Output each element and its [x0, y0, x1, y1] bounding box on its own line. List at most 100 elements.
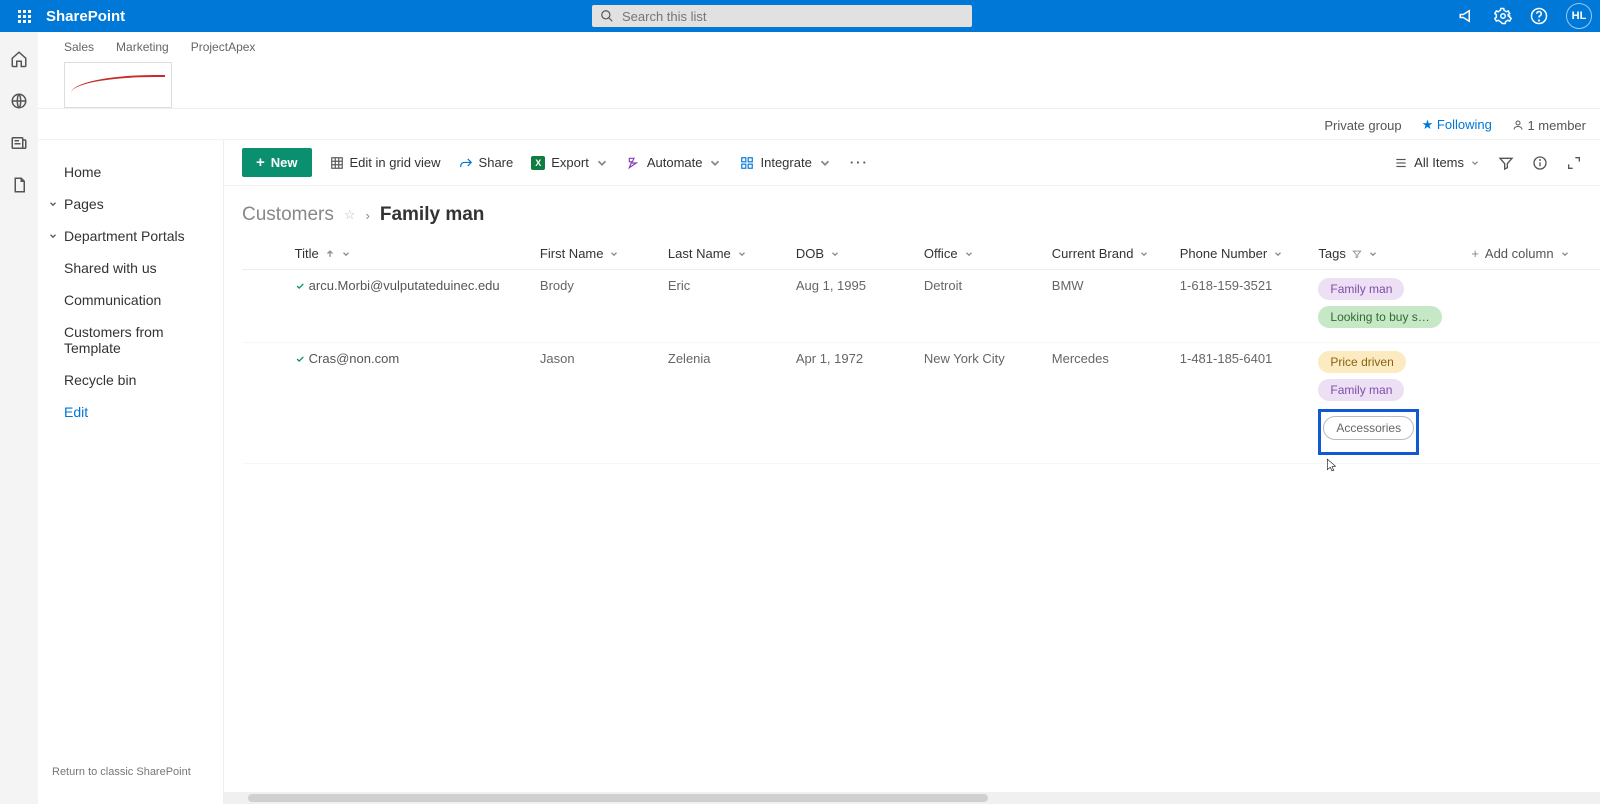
edit-grid-label: Edit in grid view — [350, 155, 441, 170]
col-office[interactable]: Office — [914, 238, 1042, 270]
crumb-root[interactable]: Customers — [242, 204, 334, 226]
nav-shared-with-us[interactable]: Shared with us — [38, 252, 223, 284]
home-icon[interactable] — [10, 50, 28, 68]
highlighted-tag: Accessories — [1318, 409, 1419, 455]
title-text: arcu.Morbi@vulputateduinec.edu — [309, 278, 500, 293]
nav-pages[interactable]: Pages — [38, 188, 223, 220]
tag-pill[interactable]: Accessories — [1323, 416, 1414, 440]
col-select — [242, 238, 285, 270]
favorite-star-icon[interactable]: ☆ — [344, 207, 356, 223]
tag-pill[interactable]: Family man — [1318, 278, 1404, 300]
col-brand-label: Current Brand — [1052, 246, 1134, 261]
col-office-label: Office — [924, 246, 958, 261]
command-bar: + New Edit in grid view Share X Export — [224, 140, 1600, 186]
integrate-icon — [740, 156, 754, 170]
return-classic-link[interactable]: Return to classic SharePoint — [38, 756, 223, 788]
hub-link-projectapex[interactable]: ProjectApex — [191, 36, 256, 58]
title-text: Cras@non.com — [309, 351, 400, 366]
nav-customers-template[interactable]: Customers from Template — [38, 316, 223, 364]
list-table: Title First Name Last Name DOB Office Cu… — [242, 238, 1600, 464]
cell-title[interactable]: arcu.Morbi@vulputateduinec.edu — [285, 270, 530, 343]
cell-select[interactable] — [242, 343, 285, 464]
col-tags-label: Tags — [1318, 246, 1345, 261]
add-column-button[interactable]: + Add column — [1461, 238, 1600, 270]
table-row[interactable]: Cras@non.comJasonZeleniaApr 1, 1972New Y… — [242, 343, 1600, 464]
brand-title[interactable]: SharePoint — [46, 8, 125, 25]
nav-recycle-bin[interactable]: Recycle bin — [38, 364, 223, 396]
cell-addcol — [1461, 270, 1600, 343]
share-label: Share — [479, 155, 514, 170]
col-first-name[interactable]: First Name — [530, 238, 658, 270]
chevron-down-icon — [48, 199, 58, 209]
cell-select[interactable] — [242, 270, 285, 343]
site-logo[interactable] — [64, 62, 172, 108]
crumb-leaf: Family man — [380, 204, 485, 226]
group-visibility: Private group — [1324, 118, 1401, 133]
files-icon[interactable] — [10, 176, 28, 194]
megaphone-icon[interactable] — [1458, 7, 1476, 25]
chevron-down-icon — [341, 249, 351, 259]
search-icon — [600, 9, 614, 23]
list-icon — [1394, 156, 1408, 170]
grid-icon — [330, 156, 344, 170]
tag-pill[interactable]: Looking to buy s… — [1318, 306, 1441, 328]
cell-addcol — [1461, 343, 1600, 464]
help-icon[interactable] — [1530, 7, 1548, 25]
nav-department-portals[interactable]: Department Portals — [38, 220, 223, 252]
tag-pill[interactable]: Family man — [1318, 379, 1404, 401]
col-last-name[interactable]: Last Name — [658, 238, 786, 270]
table-row[interactable]: arcu.Morbi@vulputateduinec.eduBrodyEricA… — [242, 270, 1600, 343]
info-pane-button[interactable] — [1532, 155, 1548, 171]
nav-communication[interactable]: Communication — [38, 284, 223, 316]
chevron-down-icon — [830, 249, 840, 259]
following-toggle[interactable]: ★ Following — [1422, 117, 1492, 133]
more-actions-button[interactable]: ··· — [850, 155, 869, 170]
cell-phone: 1-618-159-3521 — [1170, 270, 1309, 343]
search-box[interactable] — [592, 5, 972, 27]
col-phone[interactable]: Phone Number — [1170, 238, 1309, 270]
hub-header: Sales Marketing ProjectApex — [38, 32, 1600, 109]
tag-pill[interactable]: Price driven — [1318, 351, 1405, 373]
col-last-label: Last Name — [668, 246, 731, 261]
hub-link-sales[interactable]: Sales — [64, 36, 94, 58]
scrollbar-thumb[interactable] — [248, 794, 988, 802]
col-title[interactable]: Title — [285, 238, 530, 270]
search-input[interactable] — [614, 9, 964, 24]
horizontal-scrollbar[interactable] — [224, 792, 1600, 804]
settings-icon[interactable] — [1494, 7, 1512, 25]
user-avatar[interactable]: HL — [1566, 3, 1592, 29]
chevron-down-icon — [1273, 249, 1283, 259]
automate-label: Automate — [647, 155, 703, 170]
suite-bar: SharePoint HL — [0, 0, 1600, 32]
globe-icon[interactable] — [10, 92, 28, 110]
export-button[interactable]: X Export — [531, 155, 609, 170]
new-button[interactable]: + New — [242, 148, 312, 177]
export-label: Export — [551, 155, 589, 170]
news-icon[interactable] — [10, 134, 28, 152]
nav-edit[interactable]: Edit — [38, 396, 223, 428]
edit-grid-button[interactable]: Edit in grid view — [330, 155, 441, 170]
nav-home[interactable]: Home — [38, 156, 223, 188]
cell-brand: BMW — [1042, 270, 1170, 343]
expand-button[interactable] — [1566, 155, 1582, 171]
members-link[interactable]: 1 member — [1512, 118, 1586, 133]
integrate-button[interactable]: Integrate — [740, 155, 831, 170]
share-icon — [459, 156, 473, 170]
col-phone-label: Phone Number — [1180, 246, 1267, 261]
cell-tags: Price driven Family man Accessories — [1308, 343, 1461, 464]
share-button[interactable]: Share — [459, 155, 514, 170]
list-table-wrap: Title First Name Last Name DOB Office Cu… — [224, 238, 1600, 804]
cell-office: Detroit — [914, 270, 1042, 343]
chevron-down-icon — [1368, 249, 1378, 259]
excel-icon: X — [531, 156, 545, 170]
view-selector[interactable]: All Items — [1394, 155, 1480, 170]
col-dob[interactable]: DOB — [786, 238, 914, 270]
cell-title[interactable]: Cras@non.com — [285, 343, 530, 464]
app-launcher-button[interactable] — [8, 0, 40, 32]
col-tags[interactable]: Tags — [1308, 238, 1461, 270]
automate-button[interactable]: Automate — [627, 155, 723, 170]
col-current-brand[interactable]: Current Brand — [1042, 238, 1170, 270]
hub-link-marketing[interactable]: Marketing — [116, 36, 169, 58]
filter-pane-button[interactable] — [1498, 155, 1514, 171]
chevron-right-icon: › — [366, 208, 370, 223]
